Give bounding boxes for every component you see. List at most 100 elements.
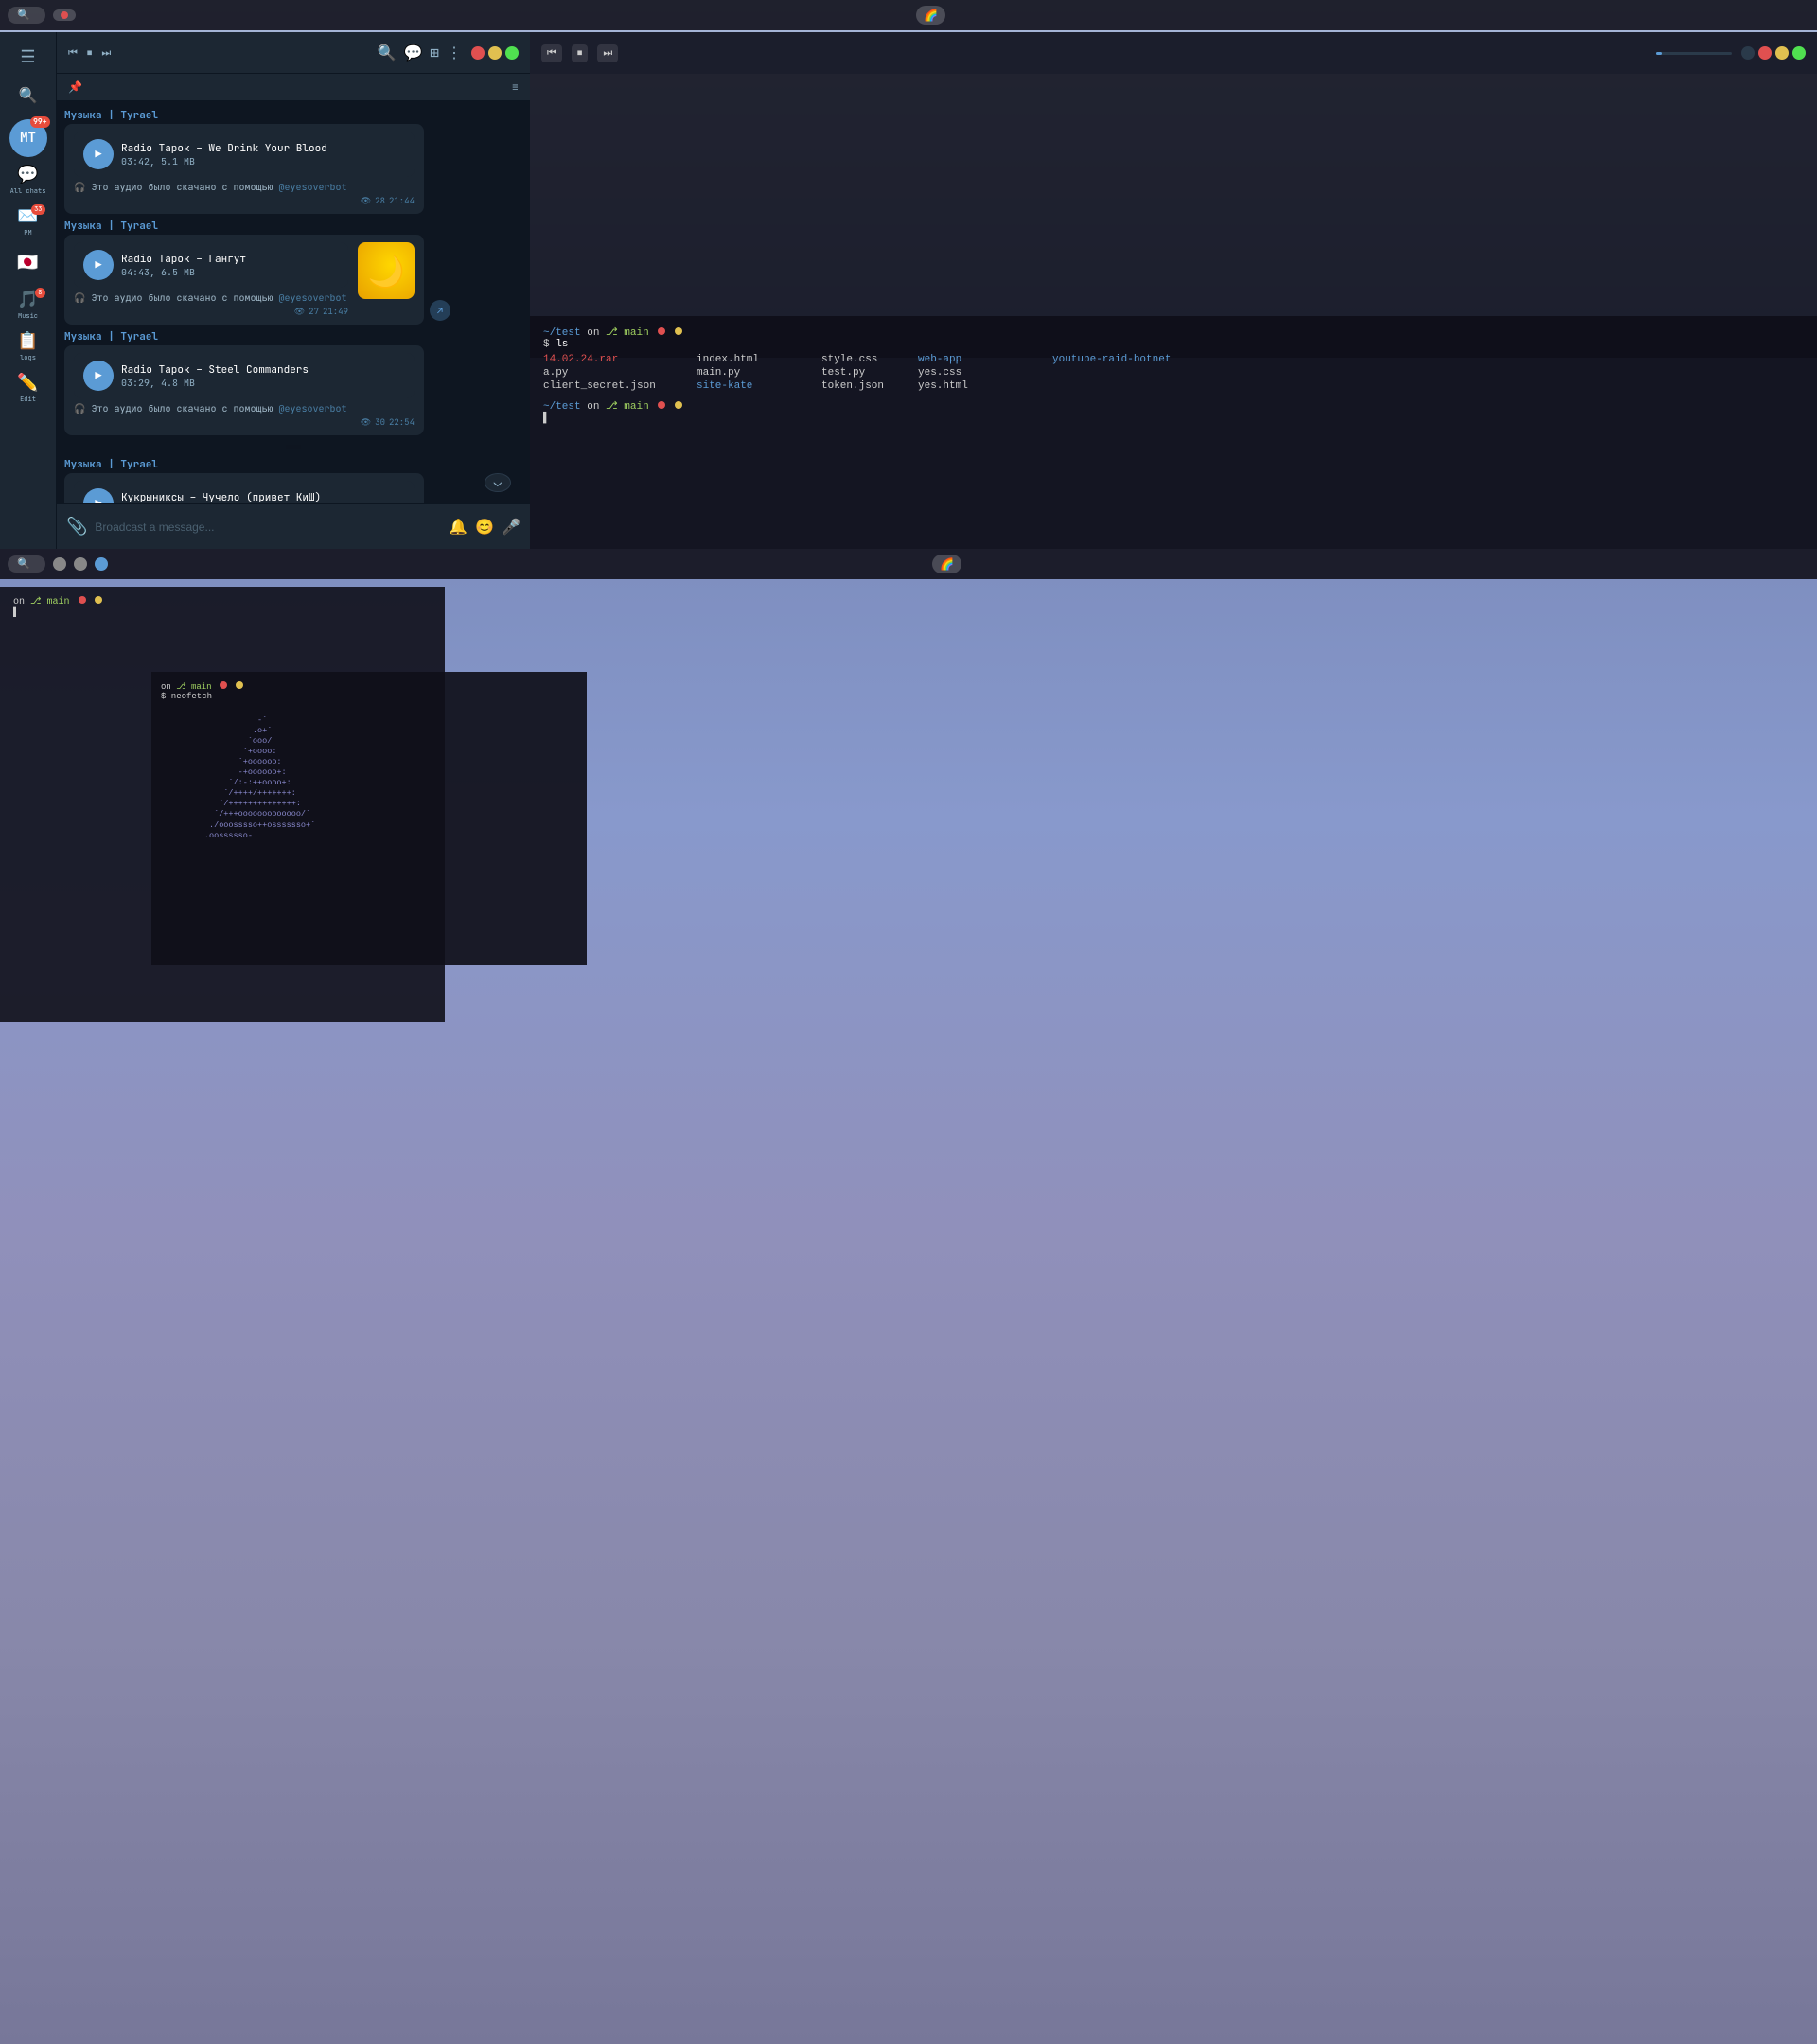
audio-card-4: ▶ Кукрыниксы – Чучело (привет КиШ) 02:31 <box>74 481 415 503</box>
fwd-btn-2[interactable]: ↗ <box>430 300 450 321</box>
tg-nav-edit-label: Edit <box>20 396 36 404</box>
tg-chat-header: ⏮ ⏹ ⏭ 🔍 💬 ⊞ ⋮ <box>57 32 530 74</box>
media-prev-btn[interactable]: ⏮ <box>541 44 562 62</box>
edit-icon: ✏️ <box>17 372 38 394</box>
media-controls: ⏮ ⏹ ⏭ <box>530 32 1817 74</box>
file-yeshtml: yes.html <box>918 380 1050 392</box>
tbl-branch1: ⎇ main <box>30 597 70 608</box>
tg-members-icon[interactable]: 💬 <box>403 43 422 62</box>
tg-nav-allchats-label: All chats <box>10 187 46 196</box>
nf-prompt-line: on ⎇ main <box>161 681 315 692</box>
topbar-search-btn[interactable]: 🔍 <box>8 7 45 24</box>
scroll-to-bottom-btn[interactable]: ⌄ <box>485 473 511 492</box>
view-count-3: 30 <box>375 416 385 428</box>
audio-info-3: Radio Tapok – Steel Commanders 03:29, 4.… <box>121 363 309 389</box>
mic-icon[interactable]: 🎤 <box>502 517 520 537</box>
attach-icon[interactable]: 📎 <box>66 516 87 537</box>
msg-bubble-2: ▶ Radio Tapok – Гангут 04:43, 6.5 MB 🎧 Э… <box>64 235 424 325</box>
track-title-3: Radio Tapok – Steel Commanders <box>121 363 309 377</box>
view-count-1: 28 <box>375 195 385 206</box>
win-minimize[interactable] <box>488 46 502 60</box>
tg-nav-music[interactable]: 🎵 Music 8 <box>9 286 47 324</box>
term-line-1: ~/test on ⎇ main <box>543 326 1804 339</box>
bar-container <box>539 83 1808 348</box>
topbar2-dot2[interactable] <box>74 557 87 571</box>
media-stop[interactable]: ⏹ <box>87 46 93 60</box>
topbar2-center-pill: 🌈 <box>932 555 961 573</box>
topbar2-center-icon: 🌈 <box>940 556 954 572</box>
pinned-right-icon: ≡ <box>512 79 519 95</box>
media-next-btn[interactable]: ⏭ <box>597 44 618 62</box>
tg-music-badge: 8 <box>35 288 44 298</box>
notification-icon[interactable]: 🔔 <box>449 517 467 537</box>
time-1: 21:44 <box>389 195 415 206</box>
topbar2-dot3[interactable] <box>95 557 108 571</box>
file-testpy: test.py <box>821 367 916 379</box>
tg-pinned-message[interactable]: 📌 ≡ <box>57 74 530 101</box>
msg-meta-2: 👁 27 21:49 <box>74 306 348 317</box>
date-separator <box>286 445 301 449</box>
tg-nav-group[interactable]: 🇯🇵 <box>9 244 47 282</box>
win-maximize[interactable] <box>505 46 519 60</box>
media-stop-btn[interactable]: ⏹ <box>572 44 589 62</box>
music-visualizer <box>530 74 1817 358</box>
media-win-pip[interactable] <box>1741 46 1755 60</box>
msg-bubble-4: ▶ Кукрыниксы – Чучело (привет КиШ) 02:31… <box>64 473 424 503</box>
audio-info-2: Radio Tapok – Гангут 04:43, 6.5 MB <box>121 253 246 278</box>
msg-note-3: 🎧 Это аудио было скачано с помощью @eyes… <box>74 402 415 414</box>
msg-content-2: ▶ Radio Tapok – Гангут 04:43, 6.5 MB 🎧 Э… <box>74 242 348 317</box>
topbar-center: 🌈 <box>916 6 945 25</box>
topbar-center-pill: 🌈 <box>916 6 945 25</box>
topbar2-search-btn[interactable]: 🔍 <box>8 555 45 573</box>
tg-nav-edit[interactable]: ✏️ Edit <box>9 369 47 407</box>
term-on-2: on <box>587 401 606 413</box>
file-sitekate: site-kate <box>697 380 820 392</box>
media-next[interactable]: ⏭ <box>101 46 111 60</box>
tbl-line2: ▌ <box>13 608 432 618</box>
message-group-4: Музыка | Tyrael ▶ Кукрыниксы – Чучело (п… <box>64 458 522 503</box>
play-btn-1[interactable]: ▶ <box>83 139 114 169</box>
win-close[interactable] <box>471 46 485 60</box>
track-title-4: Кукрыниксы – Чучело (привет КиШ) <box>121 491 321 504</box>
media-win-close[interactable] <box>1758 46 1772 60</box>
tg-search-button[interactable]: 🔍 <box>11 78 45 112</box>
tg-more-icon[interactable]: ⋮ <box>447 43 462 62</box>
play-btn-3[interactable]: ▶ <box>83 361 114 391</box>
file-secret: client_secret.json <box>543 380 695 392</box>
media-prev[interactable]: ⏮ <box>68 46 78 60</box>
tbl-dot-y1 <box>95 596 102 604</box>
topbar2: 🔍 🌈 <box>0 549 1817 579</box>
msg-note-1: 🎧 Это аудио было скачано с помощью @eyes… <box>74 181 415 193</box>
play-btn-2[interactable]: ▶ <box>83 250 114 280</box>
topbar2-dot1[interactable] <box>53 557 66 571</box>
neofetch-left: on ⎇ main $ neofetch -` .o+` `ooo/ `+ooo… <box>161 681 315 956</box>
media-win-minimize[interactable] <box>1775 46 1789 60</box>
emoji-icon[interactable]: 😊 <box>475 517 494 537</box>
audio-card-3: ▶ Radio Tapok – Steel Commanders 03:29, … <box>74 353 415 398</box>
file-webapp: web-app <box>918 354 1050 365</box>
tg-avatar[interactable]: MT 99+ <box>9 119 47 157</box>
message-group-1: Музыка | Tyrael ▶ Radio Tapok – We Drink… <box>64 109 522 214</box>
message-group-3: Музыка | Tyrael ▶ Radio Tapok – Steel Co… <box>64 330 522 435</box>
tg-search-icon[interactable]: 🔍 <box>378 43 397 62</box>
topbar-icon-pill <box>53 9 76 21</box>
tg-nav-logs[interactable]: 📋 logs <box>9 327 47 365</box>
telegram-sidebar: ☰ 🔍 MT 99+ 💬 All chats ✉️ PM 33 🇯🇵 🎵 Mus… <box>0 32 57 549</box>
track-meta-2: 04:43, 6.5 MB <box>121 266 246 278</box>
play-btn-4[interactable]: ▶ <box>83 488 114 503</box>
message-input[interactable] <box>95 520 441 534</box>
term-path-1: ~/test <box>543 327 581 339</box>
msg-meta-1: 👁 28 21:44 <box>74 195 415 206</box>
tbl-on1: on <box>13 597 30 608</box>
tg-messages: Музыка | Tyrael ▶ Radio Tapok – We Drink… <box>57 101 530 503</box>
tg-view-icon[interactable]: ⊞ <box>430 43 439 62</box>
tg-nav-allchats[interactable]: 💬 All chats <box>9 161 47 199</box>
tg-input-icons: 🔔 😊 🎤 <box>449 517 520 537</box>
telegram-chat-area: ⏮ ⏹ ⏭ 🔍 💬 ⊞ ⋮ 📌 <box>57 32 530 549</box>
media-progress <box>1656 52 1732 55</box>
tg-nav-logs-label: logs <box>20 354 36 362</box>
tg-menu-button[interactable]: ☰ <box>11 40 45 74</box>
message-group-2: Музыка | Tyrael ▶ Radio Tapok – Гангут 0… <box>64 220 522 325</box>
media-win-maximize[interactable] <box>1792 46 1806 60</box>
tg-nav-pm[interactable]: ✉️ PM 33 <box>9 203 47 240</box>
